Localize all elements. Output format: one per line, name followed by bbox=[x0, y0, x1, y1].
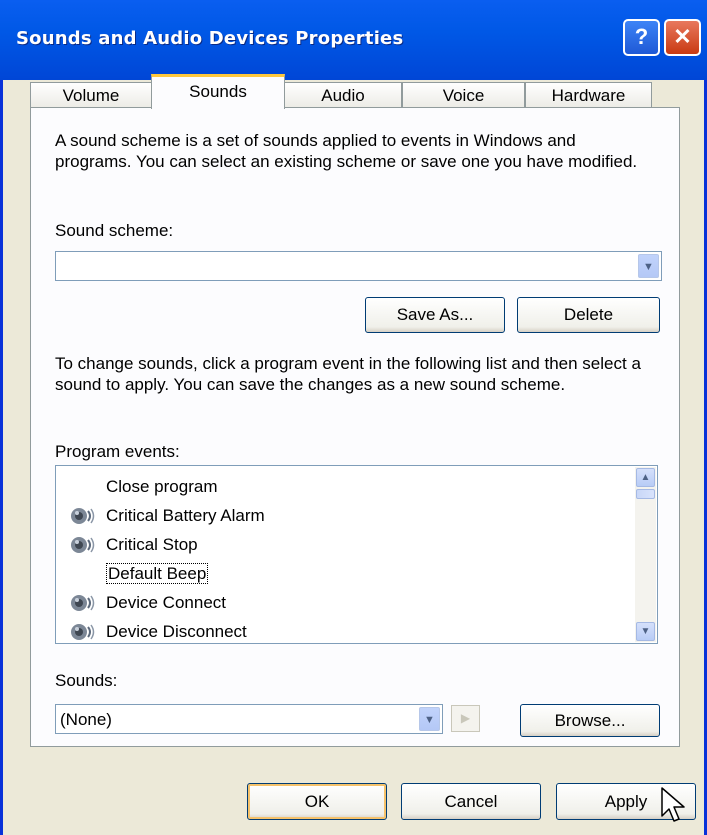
tab-audio[interactable]: Audio bbox=[284, 82, 402, 108]
delete-button[interactable]: Delete bbox=[517, 297, 660, 333]
play-icon[interactable]: ▶ bbox=[451, 705, 480, 732]
speaker-icon bbox=[71, 595, 95, 611]
sounds-tab-panel: A sound scheme is a set of sounds applie… bbox=[30, 107, 680, 747]
chevron-down-icon[interactable]: ▼ bbox=[419, 707, 440, 731]
chevron-down-icon[interactable]: ▼ bbox=[638, 254, 659, 278]
cancel-button[interactable]: Cancel bbox=[401, 783, 541, 820]
speaker-icon bbox=[71, 624, 95, 640]
ok-button[interactable]: OK bbox=[247, 783, 387, 820]
tab-volume[interactable]: Volume bbox=[30, 82, 152, 108]
scroll-thumb[interactable] bbox=[636, 489, 655, 499]
list-item-label: Device Connect bbox=[106, 593, 227, 612]
list-item-label: Default Beep bbox=[106, 563, 209, 584]
speaker-icon bbox=[71, 537, 95, 553]
tab-hardware[interactable]: Hardware bbox=[525, 82, 652, 108]
speaker-icon bbox=[71, 508, 95, 524]
window-title: Sounds and Audio Devices Properties bbox=[16, 28, 404, 49]
sound-scheme-label: Sound scheme: bbox=[55, 221, 174, 240]
change-sounds-text: To change sounds, click a program event … bbox=[55, 354, 641, 394]
list-item[interactable]: Close program bbox=[106, 472, 218, 501]
apply-button-label: Apply bbox=[604, 792, 648, 811]
list-item-label: Device Disconnect bbox=[106, 622, 247, 641]
list-item[interactable]: Device Disconnect bbox=[71, 617, 247, 643]
help-button[interactable]: ? bbox=[623, 19, 660, 56]
mouse-cursor-icon bbox=[661, 787, 685, 822]
list-item-label: Close program bbox=[106, 477, 218, 496]
tab-voice[interactable]: Voice bbox=[402, 82, 525, 108]
sound-scheme-select[interactable]: ▼ bbox=[55, 251, 662, 281]
title-bar[interactable]: Sounds and Audio Devices Properties ? ✕ bbox=[0, 0, 707, 80]
tab-strip: Volume Sounds Audio Voice Hardware bbox=[30, 74, 680, 109]
sounds-label: Sounds: bbox=[55, 671, 118, 690]
sounds-select[interactable]: (None) ▼ bbox=[55, 704, 443, 734]
tab-sounds[interactable]: Sounds bbox=[151, 74, 285, 109]
list-item[interactable]: Critical Battery Alarm bbox=[71, 501, 265, 530]
save-as-button[interactable]: Save As... bbox=[365, 297, 505, 333]
scroll-up-icon[interactable]: ▲ bbox=[636, 468, 655, 487]
list-item-label: Critical Stop bbox=[106, 535, 198, 554]
list-item[interactable]: Critical Stop bbox=[71, 530, 198, 559]
sounds-value: (None) bbox=[60, 710, 112, 729]
list-item-label: Critical Battery Alarm bbox=[106, 506, 265, 525]
list-item-selected[interactable]: Default Beep bbox=[106, 559, 209, 588]
program-events-label: Program events: bbox=[55, 442, 180, 461]
vertical-scrollbar[interactable]: ▲ ▼ bbox=[635, 467, 656, 642]
intro-text: A sound scheme is a set of sounds applie… bbox=[55, 131, 638, 171]
scroll-down-icon[interactable]: ▼ bbox=[636, 622, 655, 641]
close-button[interactable]: ✕ bbox=[664, 19, 701, 56]
list-item[interactable]: Device Connect bbox=[71, 588, 227, 617]
browse-button[interactable]: Browse... bbox=[520, 704, 660, 737]
program-events-list[interactable]: Close program Critical Battery Alarm Cri… bbox=[55, 465, 658, 644]
